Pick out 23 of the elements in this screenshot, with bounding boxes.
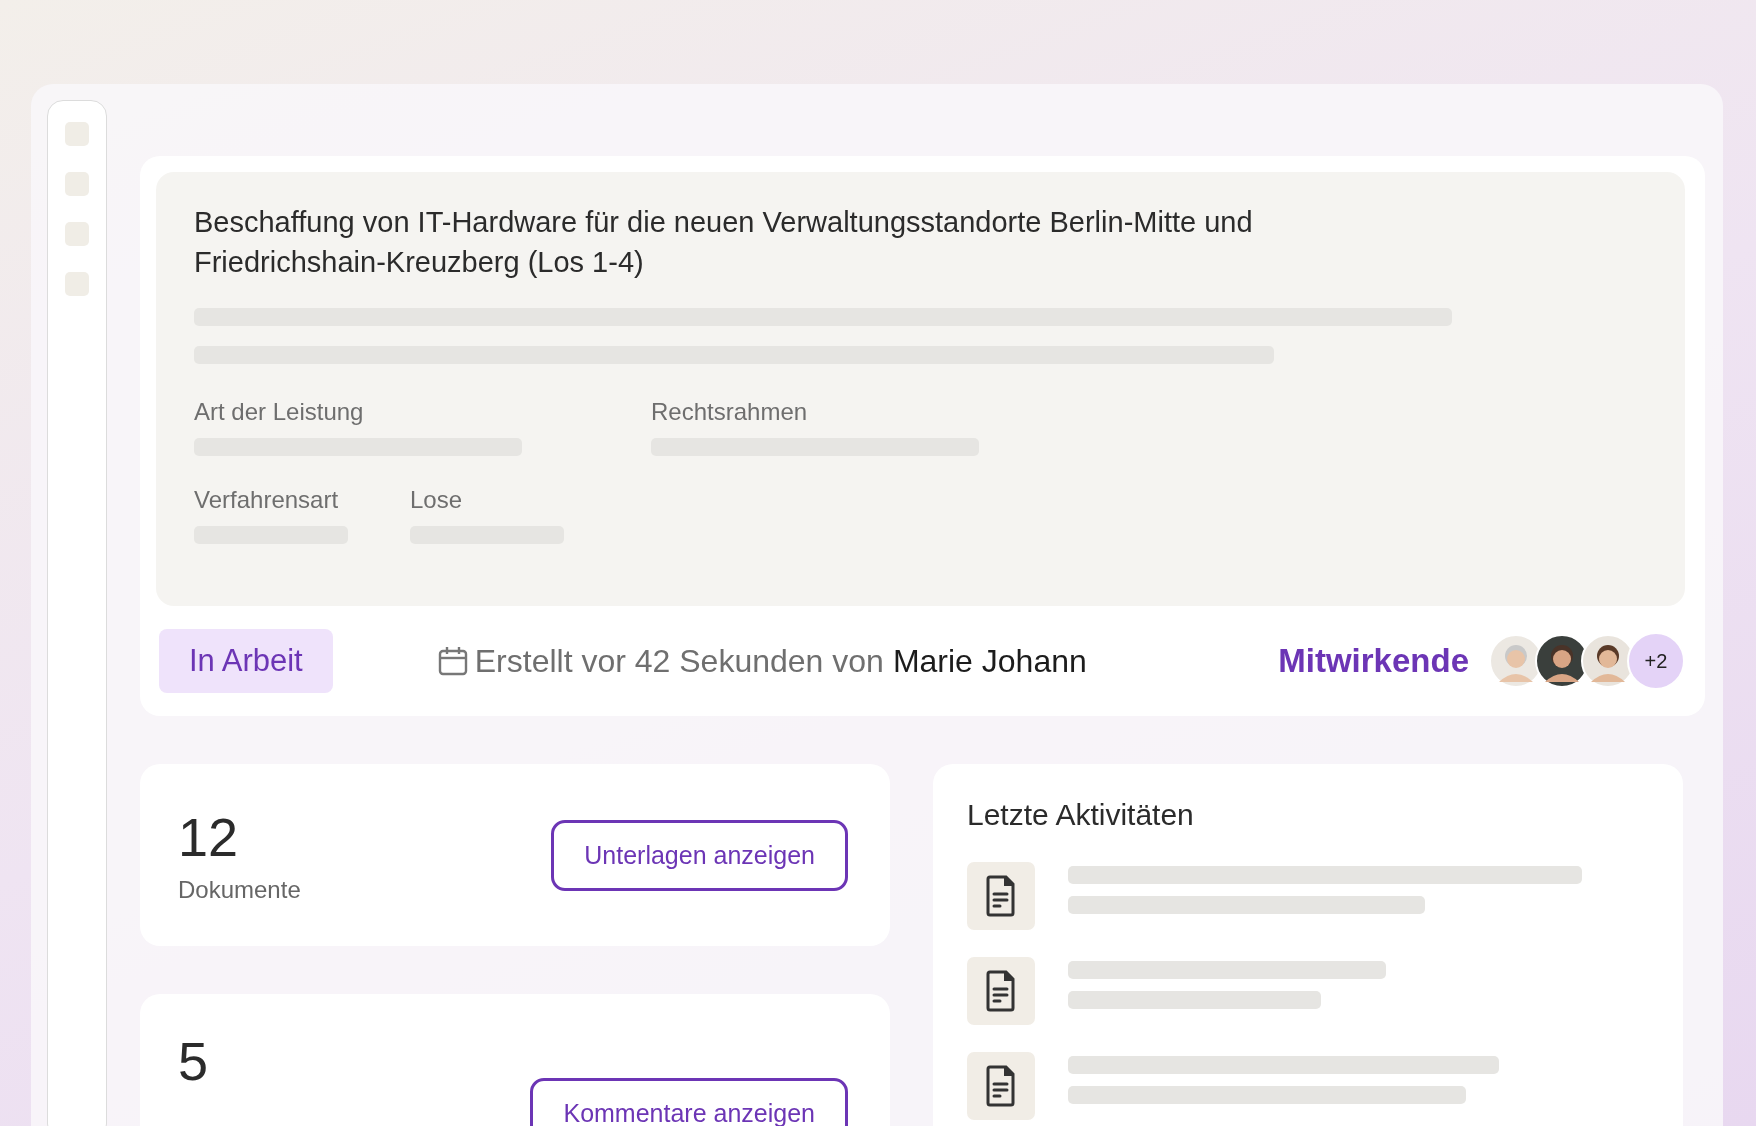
procurement-title: Beschaffung von IT-Hardware für die neuen Verwaltungsstandorte Berlin-Mitte und Friedrichshain-Kreuzberg (Los 1-4) <box>194 205 1254 280</box>
field-label: Rechtsrahmen <box>651 398 809 426</box>
calendar-icon <box>436 645 469 677</box>
contributors-label: Mitwirkende <box>1278 642 1469 680</box>
created-info: Erstellt vor 42 Sekunden von <box>474 642 884 680</box>
stat-label: Dokumente <box>178 876 301 904</box>
stat-count: 5 <box>178 1030 209 1092</box>
sidebar-item[interactable] <box>65 122 89 146</box>
document-icon <box>967 862 1035 930</box>
sidebar-item[interactable] <box>65 172 89 196</box>
field-label: Verfahrensart <box>194 486 340 514</box>
field-label: Lose <box>410 486 464 514</box>
author-name: Marie Johann <box>892 642 1087 680</box>
document-icon <box>967 1052 1035 1120</box>
sidebar-item[interactable] <box>65 222 89 246</box>
stat-count: 12 <box>178 806 240 868</box>
document-icon <box>967 957 1035 1025</box>
activity-title: Letzte Aktivitäten <box>967 798 1195 832</box>
more-contributors-badge[interactable]: +2 <box>1627 632 1685 690</box>
show-button[interactable]: Unterlagen anzeigen <box>551 819 848 891</box>
field-label: Art der Leistung <box>194 398 365 426</box>
sidebar-item[interactable] <box>65 272 89 296</box>
status-badge: In Arbeit <box>159 629 333 693</box>
